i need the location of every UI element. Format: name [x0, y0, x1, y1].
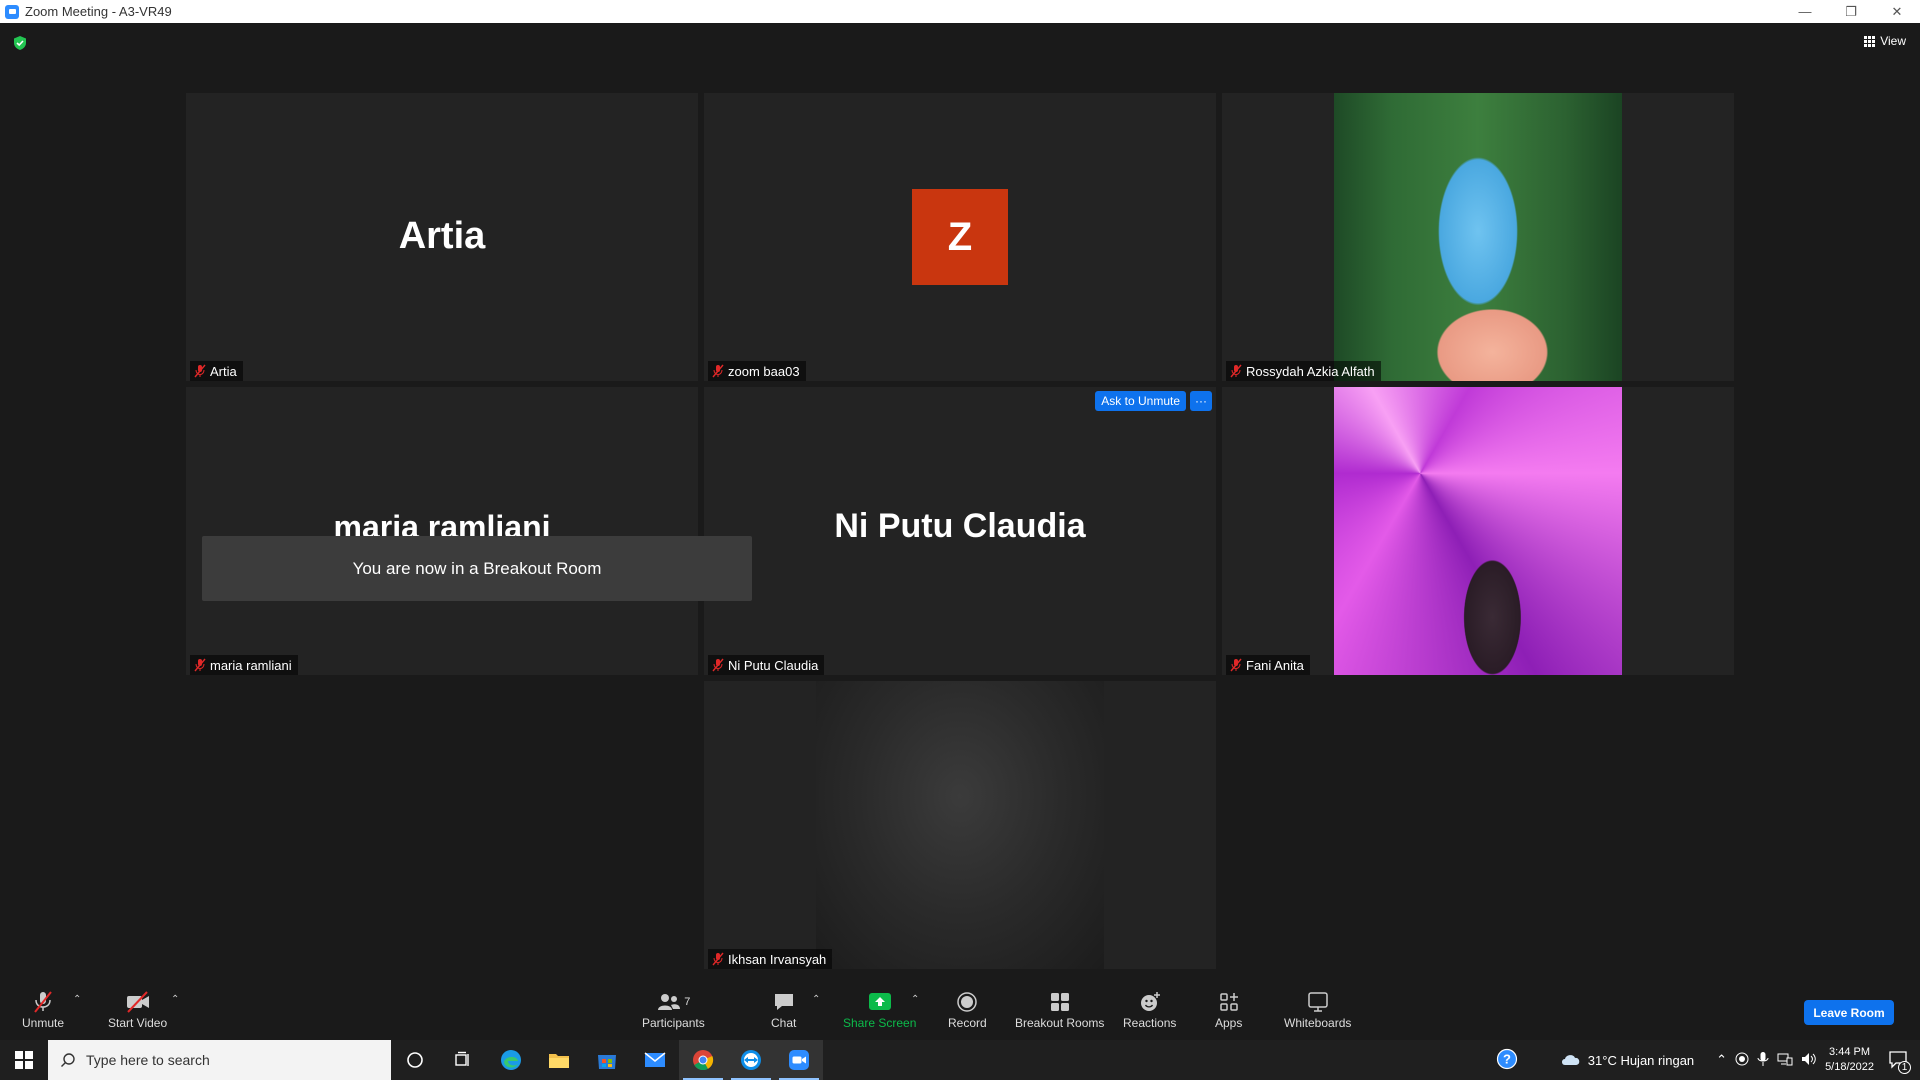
- apps-button[interactable]: Apps: [1215, 990, 1242, 1030]
- windows-logo-icon: [15, 1051, 33, 1069]
- view-label: View: [1880, 34, 1906, 48]
- notification-count: 1: [1898, 1060, 1911, 1074]
- microphone-muted-icon: [34, 991, 52, 1013]
- search-placeholder: Type here to search: [86, 1052, 210, 1068]
- view-button[interactable]: View: [1864, 34, 1906, 48]
- svg-text:?: ?: [1503, 1051, 1511, 1066]
- start-video-button[interactable]: Start Video: [108, 990, 167, 1030]
- windows-taskbar: Type here to search ? 31°C Hujan ringan …: [0, 1040, 1920, 1080]
- video-tile-artia[interactable]: Artia Artia: [186, 93, 698, 381]
- share-screen-icon: [868, 993, 891, 1010]
- chat-options-caret[interactable]: ⌃: [812, 994, 820, 1005]
- notification-center-icon[interactable]: 1: [1888, 1049, 1911, 1074]
- taskbar-clock[interactable]: 3:44 PM 5/18/2022: [1825, 1045, 1874, 1075]
- participant-video-image: [1334, 93, 1622, 381]
- participant-name-label: Artia: [190, 361, 243, 381]
- window-titlebar: Zoom Meeting - A3-VR49 — ❐ ✕: [0, 0, 1920, 23]
- participant-name-label: Ikhsan Irvansyah: [708, 949, 833, 969]
- participants-button[interactable]: 7 Participants: [642, 990, 705, 1030]
- mic-muted-icon: [1230, 658, 1242, 672]
- participant-name-label: Ni Putu Claudia: [708, 655, 825, 675]
- help-icon[interactable]: ?: [1496, 1048, 1518, 1073]
- participant-display-name: Ni Putu Claudia: [834, 507, 1086, 545]
- window-controls: — ❐ ✕: [1782, 0, 1920, 23]
- edge-browser-icon[interactable]: [487, 1040, 535, 1080]
- chevron-up-icon[interactable]: ⌃: [1716, 1052, 1727, 1068]
- minimize-icon[interactable]: —: [1782, 0, 1828, 23]
- taskbar-search-box[interactable]: Type here to search: [48, 1040, 391, 1080]
- grid-view-icon: [1864, 35, 1876, 47]
- participant-video-image: [816, 681, 1104, 969]
- clock-date: 5/18/2022: [1825, 1061, 1874, 1073]
- audio-options-caret[interactable]: ⌃: [73, 994, 81, 1005]
- participant-name-label: zoom baa03: [708, 361, 806, 381]
- participant-display-name: Artia: [398, 215, 486, 257]
- window-title: Zoom Meeting - A3-VR49: [25, 4, 172, 19]
- zoom-taskbar-icon[interactable]: [775, 1040, 823, 1080]
- more-options-button[interactable]: ···: [1190, 391, 1212, 411]
- close-icon[interactable]: ✕: [1874, 0, 1920, 23]
- meeting-toolbar: Unmute ⌃ Start Video ⌃ 7 Participants Ch…: [0, 980, 1920, 1040]
- participant-video-image: [1334, 387, 1622, 675]
- clock-time: 3:44 PM: [1829, 1046, 1871, 1058]
- video-tile-zoom-baa03[interactable]: Z zoom baa03: [704, 93, 1216, 381]
- record-icon: [957, 992, 978, 1012]
- avatar: Z: [912, 189, 1008, 285]
- cortana-icon[interactable]: [391, 1040, 439, 1080]
- weather-text[interactable]: 31°C Hujan ringan: [1588, 1053, 1694, 1068]
- whiteboard-icon: [1307, 992, 1328, 1012]
- breakout-rooms-button[interactable]: Breakout Rooms: [1015, 990, 1104, 1030]
- participants-count: 7: [684, 996, 691, 1008]
- video-camera-off-icon: [126, 991, 149, 1013]
- video-tile-ni-putu-claudia[interactable]: Ask to Unmute ··· Ni Putu Claudia Ni Put…: [704, 387, 1216, 675]
- reactions-icon: [1140, 992, 1160, 1011]
- participants-icon: [658, 994, 681, 1010]
- chat-icon: [774, 994, 793, 1010]
- search-icon: [61, 1053, 75, 1067]
- mic-muted-icon: [712, 658, 724, 672]
- participant-name-label: maria ramliani: [190, 655, 298, 675]
- microsoft-store-icon[interactable]: [583, 1040, 631, 1080]
- ask-to-unmute-button[interactable]: Ask to Unmute: [1095, 391, 1186, 411]
- mic-muted-icon: [194, 364, 206, 378]
- leave-room-button[interactable]: Leave Room: [1804, 1000, 1894, 1025]
- share-options-caret[interactable]: ⌃: [911, 994, 919, 1005]
- video-options-caret[interactable]: ⌃: [171, 994, 179, 1005]
- mic-muted-icon: [712, 952, 724, 966]
- zoom-app-icon: [5, 4, 19, 19]
- unmute-button[interactable]: Unmute: [22, 990, 64, 1030]
- video-tile-maria-ramliani[interactable]: maria ramliani maria ramliani: [186, 387, 698, 675]
- mic-muted-icon: [1230, 364, 1242, 378]
- apps-icon: [1219, 993, 1238, 1011]
- chat-button[interactable]: Chat: [771, 990, 796, 1030]
- video-tile-ikhsan-irvansyah[interactable]: Ikhsan Irvansyah: [704, 681, 1216, 969]
- video-tile-fani-anita[interactable]: Fani Anita: [1222, 387, 1734, 675]
- mail-icon[interactable]: [631, 1040, 679, 1080]
- mic-muted-icon: [194, 658, 206, 672]
- reactions-button[interactable]: Reactions: [1123, 990, 1176, 1030]
- network-icon[interactable]: [1777, 1052, 1793, 1069]
- taskbar-pinned-apps: [391, 1040, 823, 1080]
- breakout-room-notification: You are now in a Breakout Room: [202, 536, 752, 601]
- chrome-icon[interactable]: [679, 1040, 727, 1080]
- system-tray: ? 31°C Hujan ringan ⌃ 3:44 PM 5/18/2022 …: [1496, 1040, 1920, 1080]
- location-icon[interactable]: [1735, 1052, 1749, 1069]
- participant-name-label: Rossydah Azkia Alfath: [1226, 361, 1381, 381]
- whiteboards-button[interactable]: Whiteboards: [1284, 990, 1351, 1030]
- security-shield-icon[interactable]: [12, 35, 28, 51]
- restore-icon[interactable]: ❐: [1828, 0, 1874, 23]
- breakout-rooms-icon: [1050, 993, 1069, 1011]
- volume-icon[interactable]: [1801, 1052, 1817, 1069]
- file-explorer-icon[interactable]: [535, 1040, 583, 1080]
- task-view-icon[interactable]: [439, 1040, 487, 1080]
- weather-icon[interactable]: [1560, 1051, 1582, 1070]
- record-button[interactable]: Record: [948, 990, 987, 1030]
- participant-name-label: Fani Anita: [1226, 655, 1310, 675]
- microphone-tray-icon[interactable]: [1757, 1051, 1769, 1070]
- mic-muted-icon: [712, 364, 724, 378]
- teamviewer-icon[interactable]: [727, 1040, 775, 1080]
- start-button[interactable]: [0, 1040, 48, 1080]
- video-tile-rossydah[interactable]: Rossydah Azkia Alfath: [1222, 93, 1734, 381]
- share-screen-button[interactable]: Share Screen: [843, 990, 916, 1030]
